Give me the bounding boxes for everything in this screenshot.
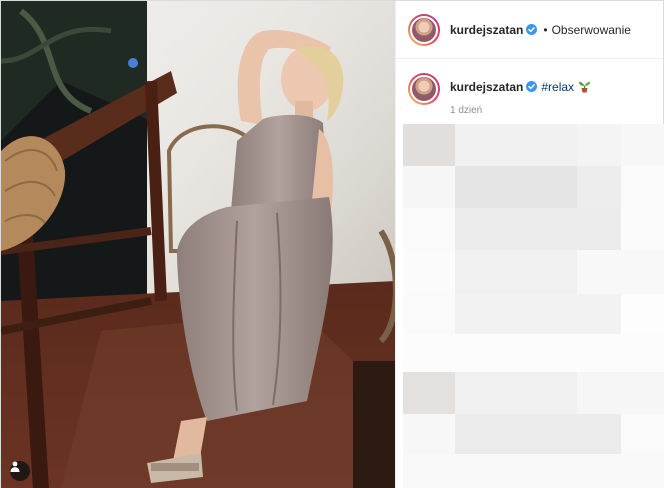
person-tag-icon [10,461,20,472]
header-separator-dot: • [543,22,548,37]
hashtag-link[interactable]: #relax [541,80,574,94]
caption: kurdejszatan #relax [408,73,591,105]
post-photo-artwork [1,1,395,488]
post-timestamp: 1 dzień [450,105,483,116]
potted-plant-icon [579,81,591,93]
caption-avatar[interactable] [408,73,440,105]
blurred-comments-area [403,124,664,488]
caption-text: kurdejszatan #relax [450,73,591,94]
verified-badge-icon [526,24,538,35]
avatar[interactable] [408,13,440,46]
post-photo[interactable] [1,1,395,488]
post-header: kurdejszatan • Obserwowanie [396,1,663,59]
following-button[interactable]: Obserwowanie [552,23,631,37]
avatar-image [410,15,438,44]
header-username[interactable]: kurdejszatan [450,23,523,37]
verified-badge-icon [526,81,538,92]
tag-people-button[interactable] [10,461,30,481]
caption-avatar-image [410,75,438,103]
caption-username[interactable]: kurdejszatan [450,80,523,94]
